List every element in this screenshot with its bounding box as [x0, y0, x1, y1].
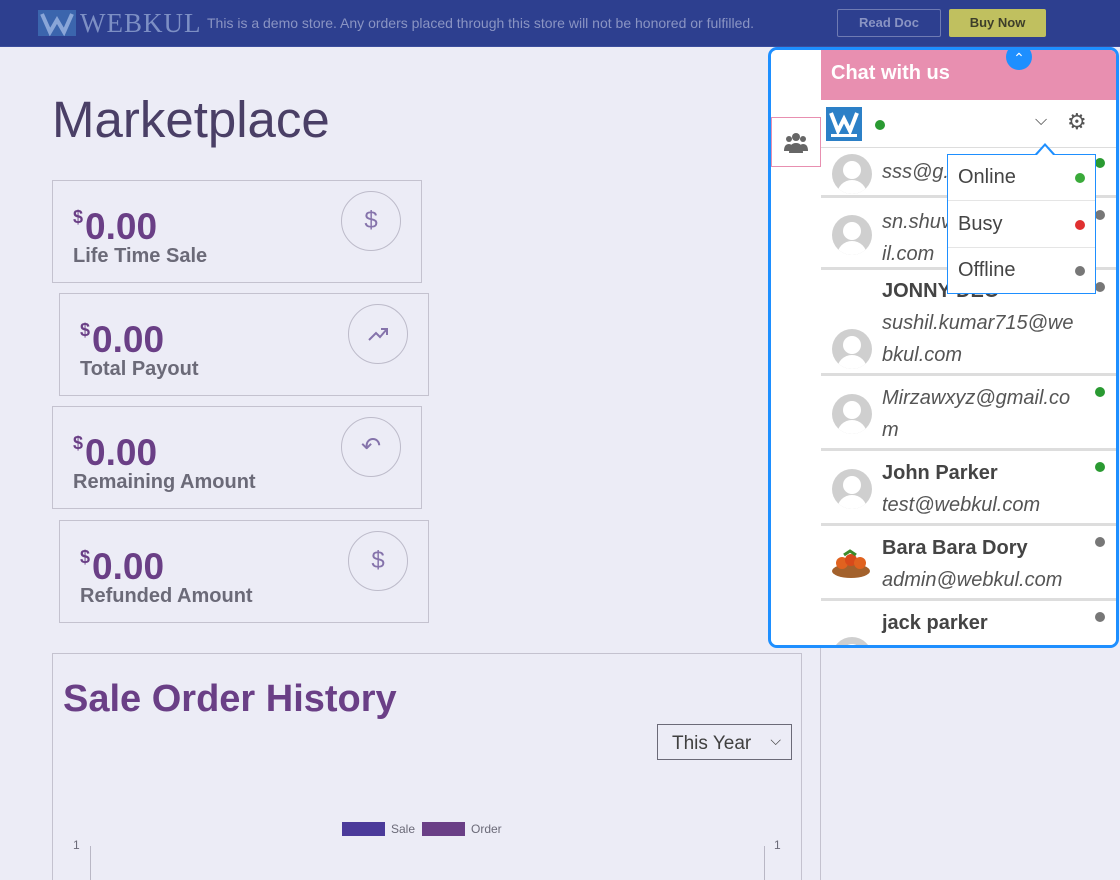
read-doc-button[interactable]: Read Doc [837, 9, 941, 37]
status-option-offline[interactable]: Offline [948, 248, 1095, 294]
user-status-dot [1095, 462, 1105, 472]
user-email: test@webkul.com [882, 494, 1041, 516]
sale-order-history-panel: Sale Order History This Year ⌵ Sale Orde… [52, 653, 802, 880]
legend-swatch [422, 822, 465, 836]
status-dot-busy [1075, 220, 1085, 230]
food-avatar-icon [830, 543, 872, 583]
legend-label: Order [471, 822, 502, 836]
card-label: Refunded Amount [80, 585, 253, 607]
card-amount: $0.00 [80, 546, 165, 587]
total-payout-card: $0.00 Total Payout [59, 293, 429, 396]
lifetime-sale-card: $0.00 Life Time Sale $ [52, 180, 422, 283]
status-option-label: Offline [958, 259, 1016, 281]
y-axis-tick-right: 1 [774, 838, 781, 852]
period-select-value: This Year [672, 733, 752, 754]
user-item[interactable]: John Parker test@webkul.com [821, 454, 1116, 526]
agent-bar: ⌵ ⚙ [821, 100, 1116, 148]
user-status-dot [1095, 537, 1105, 547]
refunded-amount-card: $0.00 Refunded Amount $ [59, 520, 429, 623]
agent-status-dot [875, 120, 885, 130]
y-axis-tick-left: 1 [73, 838, 80, 852]
chevron-up-icon[interactable]: ⌃ [1006, 50, 1032, 70]
dropdown-pointer-inner [1037, 146, 1053, 155]
top-bar: WEBKUL This is a demo store. Any orders … [0, 0, 1120, 47]
dollar-icon: $ [341, 191, 401, 251]
period-select[interactable]: This Year ⌵ [657, 724, 792, 760]
logo-text: WEBKUL [80, 8, 202, 38]
user-status-dot [1095, 158, 1105, 168]
card-amount: $0.00 [73, 206, 158, 247]
users-group-icon[interactable] [771, 117, 821, 167]
user-status-dot [1095, 282, 1105, 292]
undo-icon: ↶ [341, 417, 401, 477]
legend-sale[interactable]: Sale [342, 822, 415, 836]
webkul-logo-mark-icon [38, 10, 76, 37]
status-option-label: Online [958, 166, 1016, 188]
trend-up-icon [348, 304, 408, 364]
user-name: jack parker [882, 612, 988, 634]
dollar-icon: $ [348, 531, 408, 591]
agent-logo-icon [826, 107, 862, 141]
user-name: John Parker [882, 462, 998, 484]
card-label: Total Payout [80, 358, 199, 380]
webkul-logo[interactable]: WEBKUL [38, 8, 202, 38]
user-email: Mirzawxyz@gmail.com [882, 387, 1071, 441]
card-amount: $0.00 [73, 432, 158, 473]
status-dropdown-chevron-icon[interactable]: ⌵ [1035, 112, 1047, 130]
chat-header: Chat with us ⌃ [821, 50, 1116, 100]
page-title: Marketplace [52, 91, 330, 148]
panel-title: Sale Order History [63, 678, 397, 720]
avatar [832, 637, 872, 645]
status-option-online[interactable]: Online [948, 155, 1095, 201]
user-status-dot [1095, 387, 1105, 397]
avatar [832, 329, 872, 369]
status-option-label: Busy [958, 213, 1003, 235]
chat-side-strip [771, 50, 821, 645]
y-axis-left [90, 846, 91, 880]
y-axis-right [764, 846, 765, 880]
avatar [832, 215, 872, 255]
gear-icon[interactable]: ⚙ [1067, 109, 1087, 135]
status-dropdown: Online Busy Offline [947, 154, 1096, 294]
chat-title: Chat with us [831, 62, 950, 84]
user-status-dot [1095, 210, 1105, 220]
legend-label: Sale [391, 822, 416, 836]
user-status-dot [1095, 612, 1105, 622]
chevron-down-icon: ⌵ [770, 732, 781, 748]
user-item[interactable]: Bara Bara Dory admin@webkul.com [821, 529, 1116, 601]
buy-now-button[interactable]: Buy Now [949, 9, 1046, 37]
chat-widget: Chat with us ⌃ ⌵ ⚙ sss@g... sn.shuv il.co… [768, 47, 1119, 648]
user-item[interactable]: Mirzawxyz@gmail.com [821, 379, 1116, 451]
card-label: Life Time Sale [73, 245, 208, 267]
legend-swatch [342, 822, 385, 836]
user-email: sushil.kumar715@webkul.com [882, 312, 1074, 366]
avatar [832, 394, 872, 434]
status-dot-offline [1075, 266, 1085, 276]
avatar [832, 469, 872, 509]
card-label: Remaining Amount [73, 471, 256, 493]
card-amount: $0.00 [80, 319, 165, 360]
user-name: Bara Bara Dory [882, 537, 1028, 559]
user-email: admin@webkul.com [882, 569, 1063, 591]
user-item[interactable]: jack parker [821, 604, 1116, 645]
remaining-amount-card: $0.00 Remaining Amount ↶ [52, 406, 422, 509]
status-option-busy[interactable]: Busy [948, 202, 1095, 248]
status-dot-online [1075, 173, 1085, 183]
demo-notice: This is a demo store. Any orders placed … [207, 15, 755, 31]
legend-order[interactable]: Order [422, 822, 502, 836]
avatar [832, 154, 872, 194]
